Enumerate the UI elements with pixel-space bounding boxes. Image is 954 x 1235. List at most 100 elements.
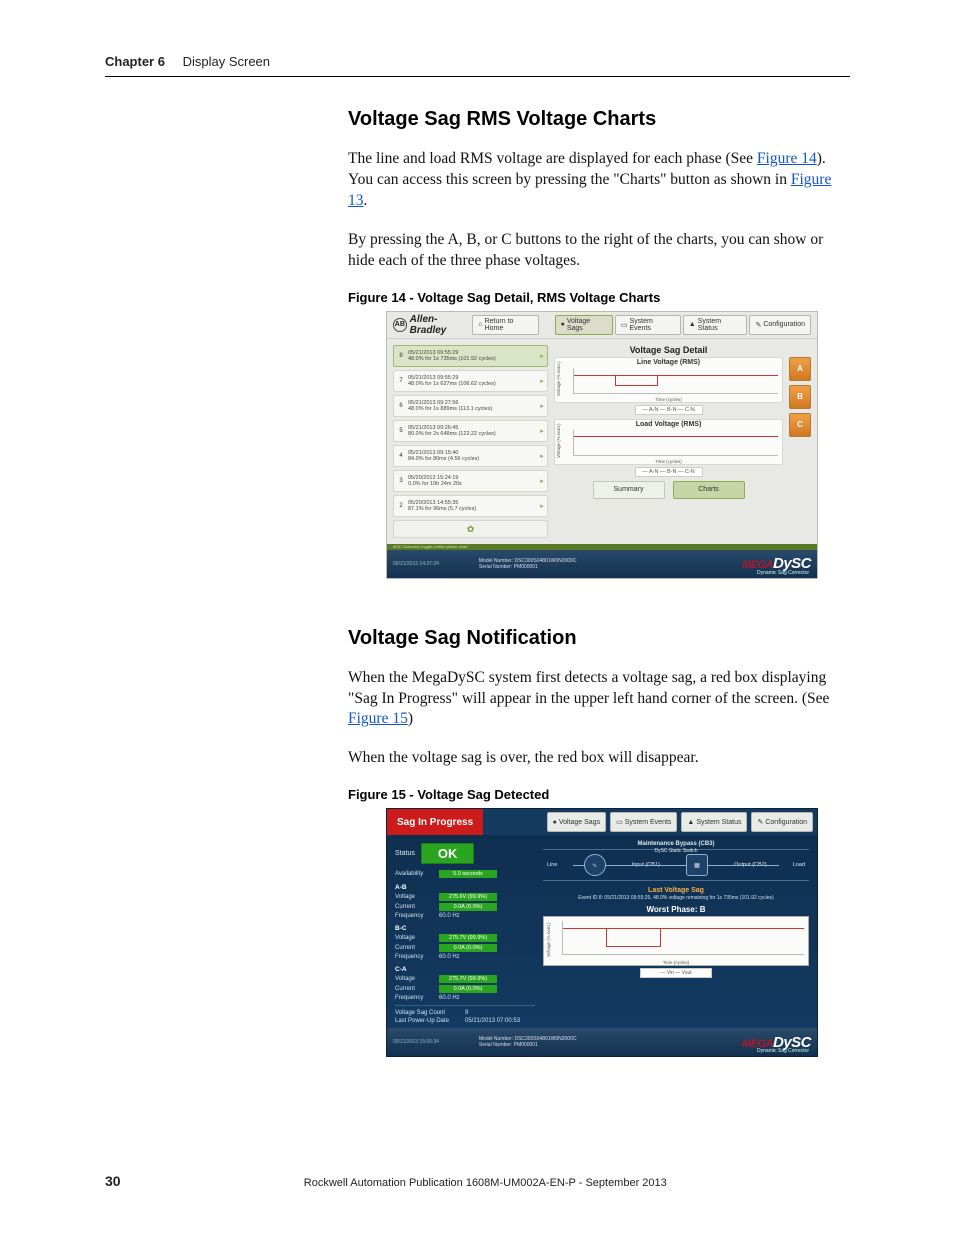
tab-system-events[interactable]: ▭System Events [615, 315, 681, 335]
event-text: 05/21/2013 09:15:4084.0% for 80ms (4.56 … [408, 450, 537, 462]
tab-system-status[interactable]: ▲System Status [681, 812, 747, 832]
legend: — Vin — Vout [640, 968, 712, 978]
footer-bar: 05/21/2013 15:00:34 Model Number: DSC300… [387, 1028, 817, 1056]
ab-frequency: 60.0 Hz [439, 913, 460, 919]
config-icon: ✎ [757, 818, 763, 826]
paragraph: The line and load RMS voltage are displa… [348, 149, 853, 212]
legend: — A-N — B-N — C-N [635, 467, 703, 477]
bc-voltage: 275.7V (99.9%) [439, 934, 497, 942]
publication-info: Rockwell Automation Publication 1608M-UM… [304, 1177, 667, 1189]
panel-title: Voltage Sag Detail [554, 345, 783, 355]
charts-button[interactable]: Charts [673, 481, 745, 499]
status-icon: ▲ [687, 819, 694, 826]
summary-button[interactable]: Summary [593, 481, 665, 499]
x-axis-label: Time (cycles) [555, 459, 782, 464]
last-voltage-sag-text: Event ID 8: 05/21/2013 09:55:29, 48.0% v… [543, 895, 809, 901]
home-icon: ⌂ [478, 321, 482, 328]
label: Current [395, 904, 439, 910]
line-voltage-chart: Line Voltage (RMS) Voltage (% nom.) Time… [554, 357, 783, 403]
text: ) [408, 710, 413, 727]
event-row[interactable]: 6 05/21/2013 09:27:5648.0% for 1s 889ms … [393, 395, 548, 417]
figure-15-screenshot: Sag In Progress ●Voltage Sags ▭System Ev… [386, 808, 818, 1057]
paragraph: By pressing the A, B, or C buttons to th… [348, 230, 853, 272]
legend: — A-N — B-N — C-N [635, 405, 703, 415]
link-figure-14[interactable]: Figure 14 [757, 150, 817, 167]
tab-voltage-sags[interactable]: ●Voltage Sags [555, 315, 613, 335]
availability-label: Availability [395, 871, 439, 877]
sag-in-progress-banner: Sag In Progress [387, 809, 483, 835]
link-figure-15[interactable]: Figure 15 [348, 710, 408, 727]
ca-frequency: 60.0 Hz [439, 995, 460, 1001]
label: System Events [630, 318, 675, 332]
y-axis-label: Voltage (% nom.) [556, 361, 561, 396]
label: Frequency [395, 913, 439, 919]
chevron-right-icon: ▸ [537, 474, 547, 488]
event-id: 5 [394, 428, 408, 434]
phase-b-button[interactable]: B [789, 385, 811, 409]
load-voltage-chart: Load Voltage (RMS) Voltage (% nom.) Time… [554, 419, 783, 465]
dysc-icon: ▦ [686, 854, 708, 876]
event-row[interactable]: 3 05/20/2013 15:24:190.0% for 10h 24m 20… [393, 470, 548, 492]
running-head: Chapter 6 Display Screen [105, 54, 270, 69]
tab-configuration[interactable]: ✎Configuration [751, 812, 813, 832]
return-to-home-button[interactable]: ⌂Return to Home [472, 315, 538, 335]
label: System Events [625, 819, 672, 826]
figure-15-caption: Figure 15 - Voltage Sag Detected [348, 787, 853, 802]
chevron-right-icon: ▸ [537, 499, 547, 513]
plot-area [573, 430, 778, 456]
line-label: Line [547, 862, 557, 868]
heading-rms-charts: Voltage Sag RMS Voltage Charts [348, 108, 853, 131]
status-icon: ▲ [689, 321, 696, 328]
tab-voltage-sags[interactable]: ●Voltage Sags [547, 812, 607, 832]
text: The line and load RMS voltage are displa… [348, 150, 757, 167]
event-id: 3 [394, 478, 408, 484]
label: Current [395, 986, 439, 992]
page-footer: 30 Rockwell Automation Publication 1608M… [105, 1173, 850, 1189]
bc-frequency: 60.0 Hz [439, 954, 460, 960]
vs-count-label: Voltage Sag Count [395, 1010, 465, 1016]
event-row[interactable]: 4 05/21/2013 09:15:4084.0% for 80ms (4.5… [393, 445, 548, 467]
event-text: 05/21/2013 09:55:2948.0% for 1s 627ms (1… [408, 375, 537, 387]
chevron-right-icon: ▸ [537, 449, 547, 463]
tab-configuration[interactable]: ✎Configuration [749, 315, 811, 335]
tab-system-status[interactable]: ▲System Status [683, 315, 748, 335]
header-rule [105, 76, 850, 77]
switch-label: DySC Static Switch [543, 848, 809, 854]
label: Return to Home [485, 318, 533, 332]
plot-area [573, 368, 778, 394]
label: Voltage Sags [567, 318, 607, 332]
vs-count: 9 [465, 1010, 468, 1016]
section-label: Display Screen [183, 54, 270, 69]
tab-system-events[interactable]: ▭System Events [610, 812, 677, 832]
event-id: 4 [394, 453, 408, 459]
settings-button[interactable]: ✿ [393, 520, 548, 538]
brand-subtitle: Dynamic Sag Corrector [757, 1048, 809, 1054]
label: Configuration [763, 321, 805, 328]
event-row[interactable]: 5 05/21/2013 09:26:4580.0% for 2s 648ms … [393, 420, 548, 442]
event-row[interactable]: 8 05/21/2013 09:55:2948.0% for 1s 735ms … [393, 345, 548, 367]
status-column: Status OK Availability5.0 seconds A-B Vo… [395, 841, 535, 1026]
label: Frequency [395, 995, 439, 1001]
plot-area [562, 921, 804, 955]
event-text: 05/20/2013 15:24:190.0% for 10h 24m 20s [408, 475, 537, 487]
chevron-right-icon: ▸ [537, 374, 547, 388]
events-icon: ▭ [621, 321, 628, 329]
event-id: 2 [394, 503, 408, 509]
warning-icon: ● [553, 819, 557, 826]
event-list: 8 05/21/2013 09:55:2948.0% for 1s 735ms … [393, 345, 548, 538]
timestamp: 05/21/2013 14:37:24 [393, 561, 439, 567]
phase-c-button[interactable]: C [789, 413, 811, 437]
page-number: 30 [105, 1173, 121, 1189]
event-row[interactable]: 2 05/20/2013 14:55:3587.1% for 96ms (5.7… [393, 495, 548, 517]
status-label: Status [395, 850, 415, 857]
footer-bar: 05/21/2013 14:37:24 Model Number: DSC300… [387, 550, 817, 578]
phase-a-button[interactable]: A [789, 357, 811, 381]
powerup-label: Last Power-Up Date [395, 1018, 465, 1024]
model-serial: Model Number: DSC300S04801W0N2000C Seria… [479, 1036, 577, 1048]
event-row[interactable]: 7 05/21/2013 09:55:2948.0% for 1s 627ms … [393, 370, 548, 392]
ab-voltage: 275.6V (99.9%) [439, 893, 497, 901]
event-text: 05/21/2013 09:26:4580.0% for 2s 648ms (1… [408, 425, 537, 437]
paragraph: When the MegaDySC system first detects a… [348, 668, 853, 731]
worst-phase-chart: Voltage (% nom.) Time (cycles) [543, 916, 809, 966]
event-id: 6 [394, 403, 408, 409]
